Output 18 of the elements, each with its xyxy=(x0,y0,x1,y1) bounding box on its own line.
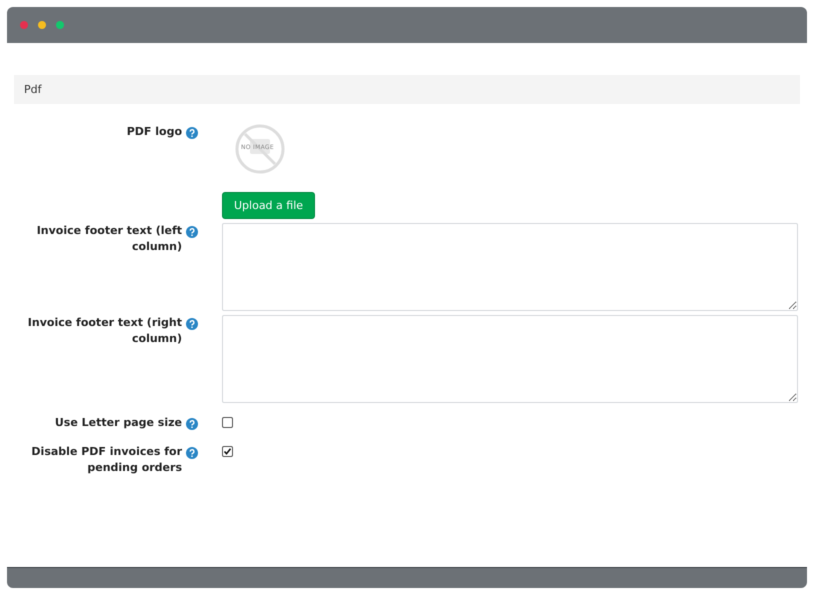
field-label: Disable PDF invoices for pending orders xyxy=(30,444,182,476)
field-label: Use Letter page size xyxy=(54,415,182,431)
help-icon[interactable] xyxy=(186,127,198,139)
no-image-icon xyxy=(235,124,285,174)
checkbox[interactable] xyxy=(222,446,233,457)
checkbox[interactable] xyxy=(222,417,233,428)
close-dot-icon[interactable] xyxy=(20,21,28,29)
help-icon[interactable] xyxy=(186,447,198,459)
help-icon[interactable] xyxy=(186,318,198,330)
help-icon[interactable] xyxy=(186,226,198,238)
maximize-dot-icon[interactable] xyxy=(56,21,64,29)
minimize-dot-icon[interactable] xyxy=(38,21,46,29)
help-icon[interactable] xyxy=(186,418,198,430)
section-title: Pdf xyxy=(24,83,42,96)
field-label: Invoice footer text (right column) xyxy=(26,315,182,347)
field-label: Invoice footer text (left column) xyxy=(36,223,182,255)
upload-button[interactable]: Upload a file xyxy=(222,192,316,219)
field-label: PDF logo xyxy=(126,124,182,140)
